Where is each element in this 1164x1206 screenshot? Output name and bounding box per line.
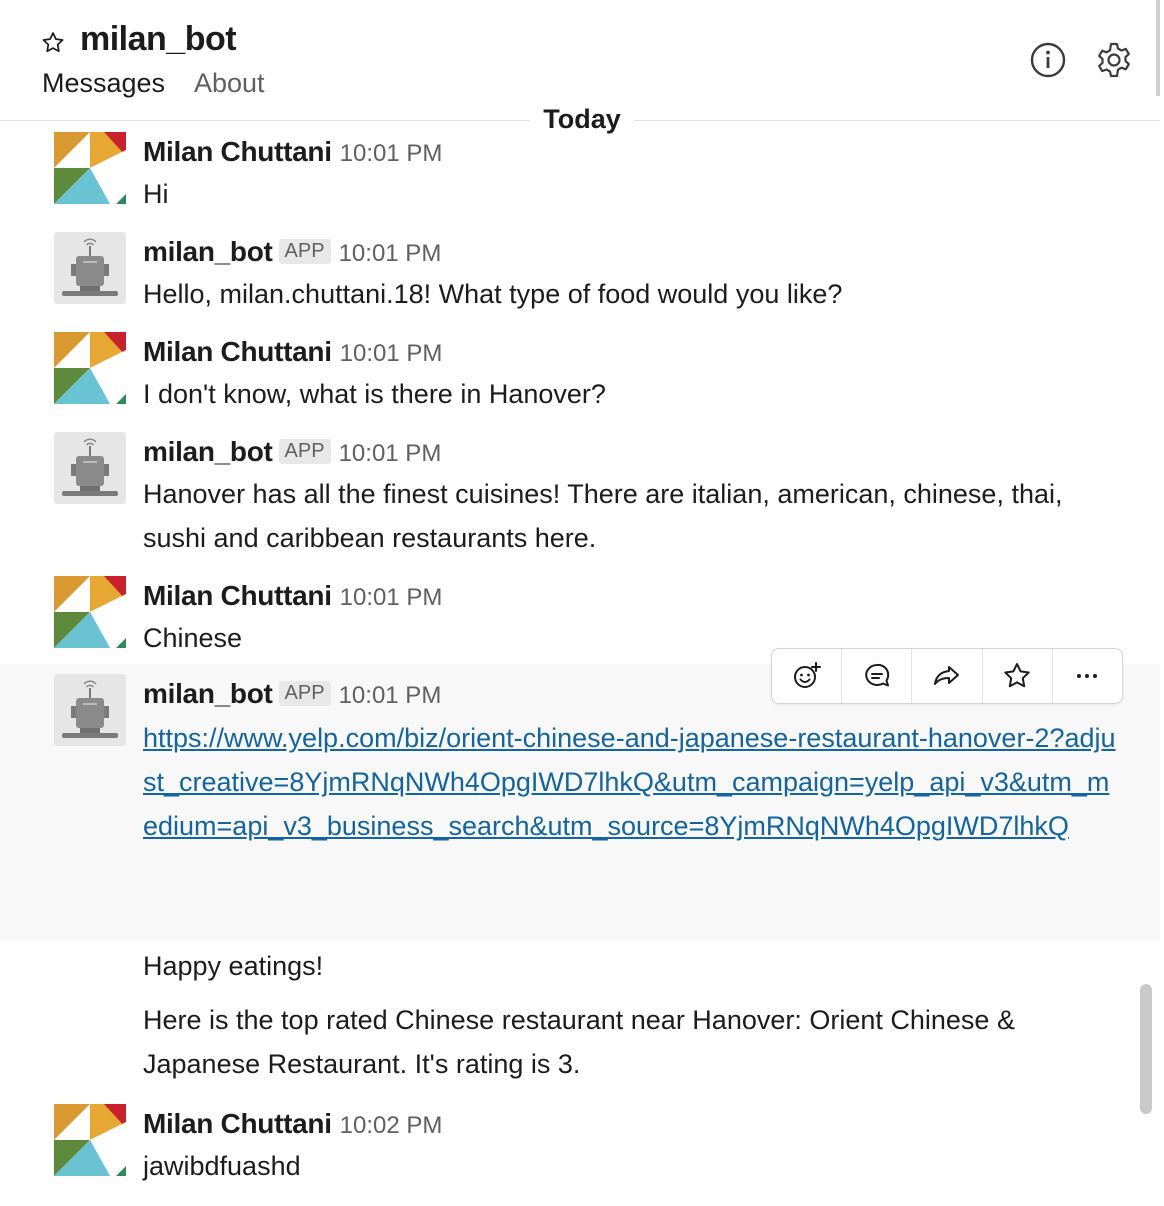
message-hovered: milan_bot APP 10:01 PM https://www.yelp.co…: [0, 664, 1160, 940]
message-text: Hanover has all the finest cuisines! The…: [143, 479, 1063, 553]
bot-avatar[interactable]: [54, 674, 126, 746]
user-avatar[interactable]: [54, 332, 126, 404]
author-name[interactable]: Milan Chuttani: [143, 1108, 332, 1139]
message-header: Milan Chuttani 10:01 PM: [143, 336, 442, 368]
gear-icon[interactable]: [1094, 40, 1134, 80]
author-name[interactable]: Milan Chuttani: [143, 580, 332, 611]
message-header: Milan Chuttani 10:01 PM: [143, 136, 442, 168]
channel-title[interactable]: milan_bot: [80, 20, 237, 59]
message-text: Hello, milan.chuttani.18! What type of f…: [143, 279, 843, 309]
divider-line: [644, 120, 1114, 121]
divider-line: [0, 120, 520, 121]
share-message-button[interactable]: [912, 649, 983, 703]
add-reaction-button[interactable]: [772, 649, 843, 703]
timestamp[interactable]: 10:01 PM: [339, 440, 442, 467]
save-star-button[interactable]: [983, 649, 1053, 703]
more-actions-button[interactable]: [1053, 649, 1122, 703]
author-name[interactable]: milan_bot: [143, 678, 273, 709]
message-followup: Happy eatings!: [0, 944, 1160, 992]
message-header: Milan Chuttani 10:01 PM: [143, 580, 442, 612]
message: Milan Chuttani 10:01 PM I don't know, wha…: [0, 330, 1160, 420]
timestamp[interactable]: 10:01 PM: [339, 682, 442, 709]
tab-about[interactable]: About: [194, 68, 265, 99]
add-reaction-icon: [793, 662, 821, 688]
message-header: milan_bot APP 10:01 PM: [143, 236, 441, 268]
author-name[interactable]: Milan Chuttani: [143, 136, 332, 167]
scrollbar-thumb[interactable]: [1140, 984, 1152, 1114]
tab-messages[interactable]: Messages: [42, 68, 165, 99]
bot-avatar[interactable]: [54, 232, 126, 304]
app-badge: APP: [278, 681, 331, 706]
yelp-link[interactable]: https://www.yelp.com/biz/orient-chinese-…: [143, 723, 1116, 841]
message-text: I don't know, what is there in Hanover?: [143, 379, 606, 409]
author-name[interactable]: milan_bot: [143, 436, 273, 467]
message: Milan Chuttani 10:02 PM jawibdfuashd: [0, 1102, 1160, 1206]
message-body: https://www.yelp.com/biz/orient-chinese-…: [143, 716, 1123, 848]
user-avatar[interactable]: [54, 1104, 126, 1176]
star-icon[interactable]: [40, 30, 66, 56]
user-avatar[interactable]: [54, 576, 126, 648]
message-text: jawibdfuashd: [143, 1151, 301, 1181]
user-avatar[interactable]: [54, 132, 126, 204]
app-badge: APP: [278, 239, 331, 264]
message-header: milan_bot APP 10:01 PM: [143, 678, 441, 710]
bot-avatar[interactable]: [54, 432, 126, 504]
timestamp[interactable]: 10:01 PM: [340, 140, 443, 167]
reply-thread-button[interactable]: [842, 649, 913, 703]
message: milan_bot APP 10:01 PM Hello, milan.chutta…: [0, 230, 1160, 320]
message-text: Hi: [143, 179, 169, 209]
app-badge: APP: [278, 439, 331, 464]
author-name[interactable]: milan_bot: [143, 236, 273, 267]
timestamp[interactable]: 10:01 PM: [340, 340, 443, 367]
message-text: Here is the top rated Chinese restaurant…: [143, 1005, 1015, 1079]
timestamp[interactable]: 10:01 PM: [339, 240, 442, 267]
message-followup: Here is the top rated Chinese restaurant…: [0, 998, 1160, 1090]
star-icon: [1004, 663, 1030, 688]
message-actions-toolbar: [771, 648, 1123, 704]
info-icon[interactable]: [1028, 40, 1068, 80]
message-header: milan_bot APP 10:01 PM: [143, 436, 441, 468]
window-edge: [1156, 0, 1160, 96]
message-text: Happy eatings!: [143, 951, 324, 981]
message: Milan Chuttani 10:01 PM Hi: [0, 130, 1160, 220]
channel-header: milan_bot Messages About: [0, 0, 1160, 121]
timestamp[interactable]: 10:01 PM: [340, 584, 443, 611]
timestamp[interactable]: 10:02 PM: [340, 1112, 443, 1139]
more-icon: [1077, 674, 1098, 678]
message-header: Milan Chuttani 10:02 PM: [143, 1108, 442, 1140]
author-name[interactable]: Milan Chuttani: [143, 336, 332, 367]
share-icon: [934, 666, 959, 685]
reply-thread-icon: [865, 663, 889, 687]
message: milan_bot APP 10:01 PM Hanover has all the…: [0, 430, 1160, 564]
